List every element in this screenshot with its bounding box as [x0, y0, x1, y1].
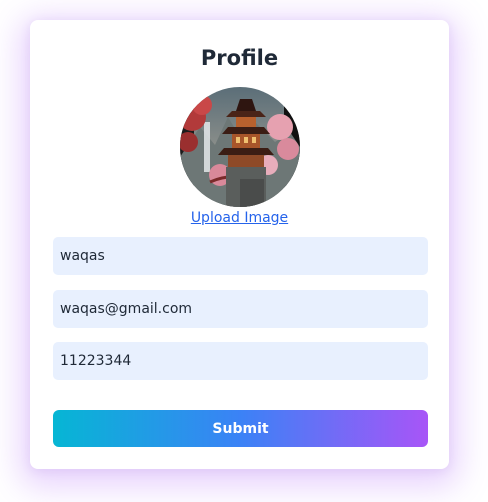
upload-image-link[interactable]: Upload Image	[30, 208, 449, 228]
profile-avatar	[180, 87, 300, 207]
phone-input[interactable]	[53, 342, 428, 380]
pagoda-landscape-icon	[180, 87, 300, 207]
page-title: Profile	[200, 46, 279, 70]
page-background: Profile Upload Image waqas waqas@gmail.c…	[0, 0, 488, 502]
profile-card: Profile Upload Image waqas waqas@gmail.c…	[30, 20, 449, 469]
email-input[interactable]	[53, 290, 428, 328]
submit-button[interactable]: Submit	[53, 410, 428, 447]
name-input[interactable]	[53, 237, 428, 275]
